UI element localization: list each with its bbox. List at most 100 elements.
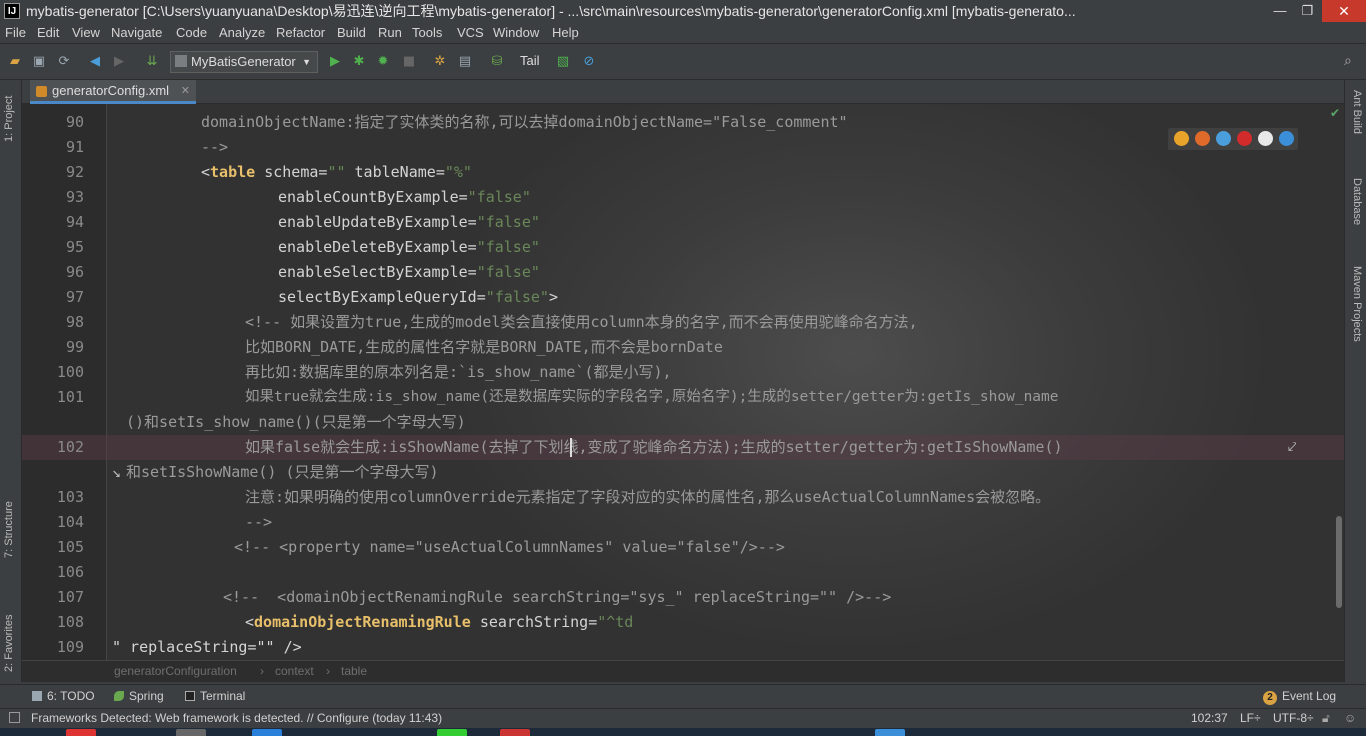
stop-icon[interactable]: ■ bbox=[400, 53, 418, 71]
firefox-icon[interactable] bbox=[1195, 131, 1210, 146]
menu-file[interactable]: File bbox=[5, 22, 26, 44]
tail-icon[interactable]: ⛁ bbox=[488, 53, 506, 71]
save-all-icon[interactable]: ▣ bbox=[30, 53, 48, 71]
ant-build-tool-tab[interactable]: Ant Build bbox=[1351, 90, 1363, 134]
taskbar-app-icon[interactable] bbox=[176, 729, 206, 736]
os-taskbar bbox=[0, 728, 1366, 736]
event-log-tool-tab[interactable]: 2 Event Log bbox=[1263, 685, 1336, 707]
line-number: 94 bbox=[65, 213, 84, 231]
back-arrow-icon[interactable]: ◀ bbox=[86, 53, 104, 71]
xml-attribute: tableName bbox=[354, 163, 436, 181]
menu-vcs[interactable]: VCS bbox=[457, 22, 484, 44]
line-number: 97 bbox=[65, 288, 84, 306]
breadcrumb-item[interactable]: table bbox=[341, 661, 367, 681]
breadcrumb-separator: › bbox=[326, 664, 330, 678]
project-tool-tab[interactable]: 1: Project bbox=[3, 96, 15, 142]
code-editor[interactable]: 90 91 92 93 94 95 96 97 98 99 100 101 10… bbox=[22, 104, 1344, 660]
coverage-icon[interactable]: ✹ bbox=[374, 53, 392, 71]
line-number: 106 bbox=[56, 563, 84, 581]
maven-projects-tool-tab[interactable]: Maven Projects bbox=[1351, 266, 1363, 342]
breadcrumb-item[interactable]: generatorConfiguration bbox=[114, 661, 237, 681]
chrome-icon[interactable] bbox=[1174, 131, 1189, 146]
forward-arrow-icon[interactable]: ▶ bbox=[110, 53, 128, 71]
run-config-label: MyBatisGenerator bbox=[191, 54, 296, 69]
menu-view[interactable]: View bbox=[72, 22, 100, 44]
menu-help[interactable]: Help bbox=[552, 22, 579, 44]
taskbar-app-icon[interactable] bbox=[66, 729, 96, 736]
xml-tag-name: domainObjectRenamingRule bbox=[254, 613, 471, 631]
xml-value: "false" bbox=[467, 188, 531, 206]
lock-icon[interactable]: 🔓︎ bbox=[1322, 709, 1330, 727]
taskbar-app-icon[interactable] bbox=[500, 729, 530, 736]
run-icon[interactable]: ▶ bbox=[326, 53, 344, 71]
menu-build[interactable]: Build bbox=[337, 22, 366, 44]
inspection-ok-icon[interactable]: ✔ bbox=[1330, 106, 1340, 120]
editor-scrollbar[interactable] bbox=[1336, 516, 1342, 608]
debug-icon[interactable]: ✱ bbox=[350, 53, 368, 71]
line-number: 103 bbox=[56, 488, 84, 506]
code-line: 比如BORN_DATE,生成的属性名字就是BORN_DATE,而不会是bornD… bbox=[245, 338, 723, 356]
todo-tool-tab[interactable]: 6: TODO bbox=[32, 685, 95, 707]
caret-position[interactable]: 102:37 bbox=[1191, 709, 1228, 727]
database-tool-tab[interactable]: Database bbox=[1351, 178, 1363, 225]
menu-analyze[interactable]: Analyze bbox=[219, 22, 265, 44]
tool-windows-toggle-icon[interactable] bbox=[9, 712, 20, 723]
search-icon[interactable]: ⌕ bbox=[1344, 53, 1352, 69]
monitor-icon[interactable]: ▧ bbox=[554, 53, 572, 71]
file-encoding[interactable]: UTF-8÷ bbox=[1273, 709, 1314, 727]
editor-tab-bar: generatorConfig.xml ✕ bbox=[22, 80, 1344, 104]
menu-window[interactable]: Window bbox=[493, 22, 539, 44]
structure-tool-tab[interactable]: 7: Structure bbox=[3, 501, 15, 558]
menu-run[interactable]: Run bbox=[378, 22, 402, 44]
line-separator[interactable]: LF÷ bbox=[1240, 709, 1261, 727]
status-bar: Frameworks Detected: Web framework is de… bbox=[0, 708, 1366, 728]
code-line: enableSelectByExample="false" bbox=[278, 263, 540, 281]
sdk-icon[interactable]: ▤ bbox=[456, 53, 474, 71]
open-folder-icon[interactable]: ▰ bbox=[6, 53, 24, 71]
status-message[interactable]: Frameworks Detected: Web framework is de… bbox=[31, 709, 442, 727]
ie-icon[interactable] bbox=[1279, 131, 1294, 146]
line-number: 102 bbox=[56, 438, 84, 456]
menu-code[interactable]: Code bbox=[176, 22, 207, 44]
left-tool-strip: 1: Project 7: Structure 2: Favorites bbox=[0, 80, 22, 682]
tab-label: generatorConfig.xml bbox=[52, 83, 170, 98]
code-line: enableDeleteByExample="false" bbox=[278, 238, 540, 256]
tab-generator-config[interactable]: generatorConfig.xml ✕ bbox=[30, 80, 196, 104]
project-structure-icon[interactable]: ✲ bbox=[431, 53, 449, 71]
xml-attribute: enableUpdateByExample bbox=[278, 213, 468, 231]
menu-edit[interactable]: Edit bbox=[37, 22, 59, 44]
menu-tools[interactable]: Tools bbox=[412, 22, 442, 44]
breadcrumb-item[interactable]: context bbox=[275, 661, 314, 681]
soft-wrap-icon: ⤦ bbox=[1288, 438, 1297, 456]
code-line: 如果false就会生成:isShowName(去掉了下划线,变成了驼峰命名方法)… bbox=[245, 438, 1063, 456]
menu-navigate[interactable]: Navigate bbox=[111, 22, 162, 44]
spring-label: Spring bbox=[129, 689, 164, 703]
spring-tool-tab[interactable]: Spring bbox=[114, 685, 164, 707]
taskbar-app-icon[interactable] bbox=[437, 729, 467, 736]
build-project-icon[interactable]: ⇊ bbox=[143, 53, 161, 71]
opera-icon[interactable] bbox=[1237, 131, 1252, 146]
xml-tag-name: table bbox=[210, 163, 256, 181]
disable-icon[interactable]: ⊘ bbox=[580, 53, 598, 71]
close-window-button[interactable]: ✕ bbox=[1322, 0, 1366, 22]
close-tab-icon[interactable]: ✕ bbox=[181, 80, 190, 102]
browser-preview-bar bbox=[1168, 128, 1298, 150]
minimize-button[interactable]: — bbox=[1265, 0, 1295, 22]
safari-icon[interactable] bbox=[1216, 131, 1231, 146]
hector-icon[interactable]: ☺ bbox=[1344, 709, 1356, 727]
code-line: 如果true就会生成:is_show_name(还是数据库实际的字段名字,原始名… bbox=[245, 389, 1059, 405]
code-line: 注意:如果明确的使用columnOverride元素指定了字段对应的实体的属性名… bbox=[245, 488, 1051, 506]
line-number: 91 bbox=[65, 138, 84, 156]
run-configuration-dropdown[interactable]: MyBatisGenerator ▼ bbox=[170, 51, 318, 73]
todo-label: 6: TODO bbox=[47, 689, 95, 703]
favorites-tool-tab[interactable]: 2: Favorites bbox=[3, 615, 15, 672]
menu-refactor[interactable]: Refactor bbox=[276, 22, 325, 44]
soft-wrap-continue-icon: ↘ bbox=[112, 463, 122, 481]
yandex-icon[interactable] bbox=[1258, 131, 1273, 146]
tail-label[interactable]: Tail bbox=[520, 53, 540, 68]
taskbar-app-icon[interactable] bbox=[875, 729, 905, 736]
taskbar-app-icon[interactable] bbox=[252, 729, 282, 736]
maximize-button[interactable]: ❐ bbox=[1295, 0, 1320, 22]
sync-icon[interactable]: ⟳ bbox=[55, 53, 73, 71]
terminal-tool-tab[interactable]: Terminal bbox=[185, 685, 245, 707]
